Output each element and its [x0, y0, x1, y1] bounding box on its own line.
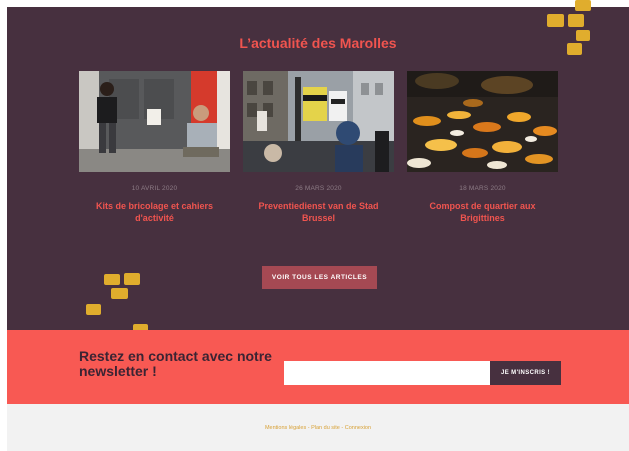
footer-links: Mentions légales - Plan du site - Connex…	[7, 425, 629, 431]
article-card[interactable]: 10 avril 2020 Kits de bricolage et cahie…	[79, 71, 230, 224]
article-card[interactable]: 26 mars 2020 Preventiedienst van de Stad…	[243, 71, 394, 224]
decor-tile	[124, 273, 140, 285]
article-title-link[interactable]: Kits de bricolage et cahiers d'activité	[79, 200, 230, 224]
footer-link-sitemap[interactable]: Plan du site	[311, 425, 340, 431]
decor-tile	[575, 0, 591, 11]
news-section: L’actualité des Marolles 10 AVRIL 2020 K…	[7, 7, 629, 330]
article-image-kits[interactable]	[79, 71, 230, 172]
decor-tile	[567, 43, 582, 55]
footer-link-legal[interactable]: Mentions légales	[265, 425, 306, 431]
article-image-preventie[interactable]	[243, 71, 394, 172]
decor-tile	[568, 14, 584, 27]
all-articles-button[interactable]: VOIR TOUS LES ARTICLES	[262, 266, 377, 289]
footer-link-login[interactable]: Connexion	[345, 425, 371, 431]
article-title-link[interactable]: Preventiedienst van de Stad Brussel	[243, 200, 394, 224]
decor-tile	[576, 30, 590, 41]
decor-tile	[104, 274, 120, 285]
newsletter-heading: Restez en contact avec notre newsletter …	[79, 348, 272, 379]
newsletter-subscribe-button[interactable]: JE M'INSCRIS !	[490, 361, 561, 385]
article-card[interactable]: 18 mars 2020 Compost de quartier aux Bri…	[407, 71, 558, 224]
article-title-link[interactable]: Compost de quartier aux Brigittines	[407, 200, 558, 224]
decor-tile	[547, 14, 564, 27]
news-section-title: L’actualité des Marolles	[239, 35, 397, 51]
newsletter-section: Restez en contact avec notre newsletter …	[7, 330, 629, 404]
newsletter-email-input[interactable]	[284, 361, 490, 385]
article-date: 26 mars 2020	[295, 185, 342, 192]
footer: Mentions légales - Plan du site - Connex…	[7, 404, 629, 451]
article-date: 10 avril 2020	[131, 185, 178, 192]
decor-tile	[86, 304, 101, 315]
article-image-compost[interactable]	[407, 71, 558, 172]
decor-tile	[111, 288, 128, 299]
article-date: 18 mars 2020	[459, 185, 506, 192]
